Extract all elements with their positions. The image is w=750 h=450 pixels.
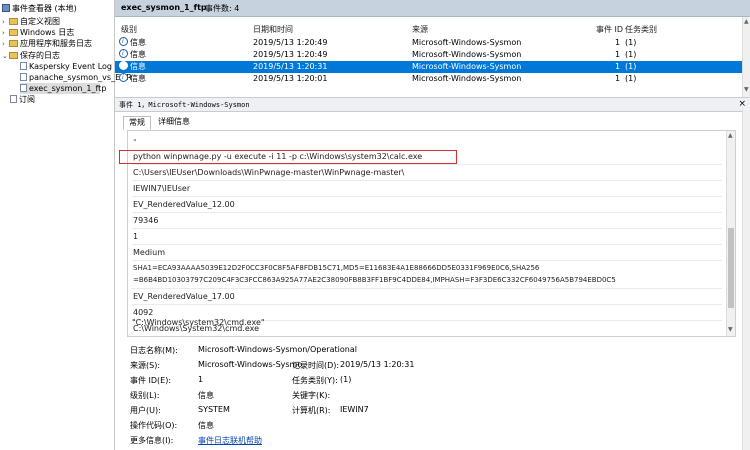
task-value: (1) bbox=[340, 375, 352, 384]
event-row-selected[interactable]: 信息 2019/5/13 1:20:31 Microsoft-Windows-S… bbox=[115, 60, 742, 73]
logged-label: 记录时间(D): bbox=[292, 361, 340, 370]
event-list-scrollbar[interactable]: ▲ ▼ bbox=[742, 17, 750, 97]
tree-item-app-service-logs[interactable]: › 应用程序和服务日志 bbox=[2, 38, 92, 49]
event-row[interactable]: 信息 2019/5/13 1:20:49 Microsoft-Windows-S… bbox=[115, 48, 742, 61]
source-label: 来源(S): bbox=[130, 361, 161, 370]
message-scrollbar[interactable]: ▲ ▼ bbox=[726, 131, 735, 336]
collapse-icon[interactable]: ⌄ bbox=[2, 51, 9, 62]
message-line: 79346 bbox=[133, 216, 159, 225]
log-name-label: 日志名称(M): bbox=[130, 346, 178, 355]
message-line: EV_RenderedValue_17.00 bbox=[133, 292, 235, 301]
info-icon bbox=[119, 36, 128, 48]
scroll-thumb[interactable] bbox=[728, 228, 734, 308]
tree-item-saved-logs[interactable]: ⌄ 保存的日志 bbox=[2, 50, 60, 61]
scroll-up-icon[interactable]: ▲ bbox=[728, 133, 734, 139]
message-line: 1 bbox=[133, 232, 139, 241]
event-row[interactable]: 信息 2019/5/13 1:20:01 Microsoft-Windows-S… bbox=[115, 72, 742, 85]
column-header-event-id[interactable]: 事件 ID bbox=[596, 24, 623, 35]
detail-pane-scrollbar[interactable] bbox=[742, 110, 750, 450]
navigation-tree: 事件查看器 (本地) › 自定义视图 › Windows 日志 › 应用程序和服务日志… bbox=[0, 0, 132, 450]
more-info-label: 更多信息(I): bbox=[130, 436, 174, 445]
truncated-line: " bbox=[133, 138, 137, 147]
opcode-value: 信息 bbox=[198, 421, 214, 430]
folder-icon bbox=[9, 52, 18, 59]
main-pane: exec_sysmon_1_ftp 事件数: 4 级别 日期和时间 来源 事件 … bbox=[115, 0, 750, 450]
message-line: EV_RenderedValue_12.00 bbox=[133, 200, 235, 209]
info-icon bbox=[119, 48, 128, 60]
folder-icon bbox=[9, 18, 18, 25]
log-header: exec_sysmon_1_ftp 事件数: 4 bbox=[115, 0, 750, 17]
message-line: "C:\Windows\system32\cmd.exe" bbox=[132, 318, 265, 327]
info-icon bbox=[119, 60, 128, 72]
message-line: SHA1=ECA93AAAA5039E12D2F0CC3F0C8F5AF8FDB… bbox=[133, 264, 540, 272]
detail-title-bar: 事件 1，Microsoft-Windows-Sysmon × bbox=[115, 97, 750, 112]
subscription-icon bbox=[10, 95, 17, 103]
event-count: 事件数: 4 bbox=[205, 4, 240, 13]
folder-icon bbox=[9, 29, 18, 36]
message-line: 4092 bbox=[133, 308, 154, 317]
level-value: 信息 bbox=[198, 391, 214, 400]
column-header-datetime[interactable]: 日期和时间 bbox=[253, 24, 293, 35]
tab-general[interactable]: 常规 bbox=[123, 116, 151, 130]
scroll-up-icon[interactable]: ▲ bbox=[744, 19, 750, 25]
message-line: =B6B4BD10303797C209C4F3C3FCC863A925A77AE… bbox=[133, 276, 616, 284]
tree-item-windows-logs[interactable]: › Windows 日志 bbox=[2, 27, 74, 38]
scroll-down-icon[interactable]: ▼ bbox=[744, 87, 750, 93]
event-id-label: 事件 ID(E): bbox=[130, 376, 172, 385]
tree-root[interactable]: 事件查看器 (本地) bbox=[2, 3, 77, 14]
scroll-down-icon[interactable]: ▼ bbox=[728, 327, 734, 333]
info-icon bbox=[119, 72, 128, 84]
expand-icon[interactable]: › bbox=[2, 39, 9, 50]
user-value: SYSTEM bbox=[198, 405, 230, 414]
log-icon bbox=[20, 84, 27, 92]
task-label: 任务类别(Y): bbox=[292, 376, 338, 385]
event-id-value: 1 bbox=[198, 375, 204, 384]
message-line: Medium bbox=[133, 248, 165, 257]
message-line: IEWIN7\IEUser bbox=[133, 184, 191, 193]
user-label: 用户(U): bbox=[130, 406, 161, 415]
event-list: 级别 日期和时间 来源 事件 ID 任务类别 信息 2019/5/13 1:20… bbox=[115, 17, 750, 97]
column-header-level[interactable]: 级别 bbox=[121, 24, 137, 35]
logged-value: 2019/5/13 1:20:31 bbox=[340, 360, 415, 369]
log-icon bbox=[20, 62, 27, 70]
message-line: C:\Users\IEUser\Downloads\WinPwnage-mast… bbox=[133, 168, 405, 177]
log-name-value: Microsoft-Windows-Sysmon/Operational bbox=[198, 345, 357, 354]
log-icon bbox=[20, 73, 27, 81]
highlight-box bbox=[119, 150, 457, 164]
computer-label: 计算机(R): bbox=[292, 406, 331, 415]
tree-item-exec-sysmon-log[interactable]: exec_sysmon_1_ftp bbox=[20, 83, 106, 94]
column-header-category[interactable]: 任务类别 bbox=[625, 24, 657, 35]
event-row[interactable]: 信息 2019/5/13 1:20:49 Microsoft-Windows-S… bbox=[115, 36, 742, 49]
log-title: exec_sysmon_1_ftp bbox=[121, 3, 207, 12]
close-icon[interactable]: × bbox=[738, 99, 746, 109]
online-help-link[interactable]: 事件日志联机帮助 bbox=[198, 435, 262, 446]
computer-value: IEWIN7 bbox=[340, 405, 369, 414]
column-header-source[interactable]: 来源 bbox=[412, 24, 428, 35]
tab-details[interactable]: 详细信息 bbox=[153, 116, 195, 128]
source-value: Microsoft-Windows-Sysmo bbox=[198, 360, 303, 369]
tree-item-subscriptions[interactable]: 订阅 bbox=[10, 94, 35, 105]
level-label: 级别(L): bbox=[130, 391, 160, 400]
opcode-label: 操作代码(O): bbox=[130, 421, 178, 430]
tree-item-custom-views[interactable]: › 自定义视图 bbox=[2, 16, 60, 27]
detail-title: 事件 1，Microsoft-Windows-Sysmon bbox=[119, 101, 250, 109]
event-viewer-icon bbox=[2, 4, 10, 12]
folder-icon bbox=[9, 40, 18, 47]
tree-item-kaspersky-log[interactable]: Kaspersky Event Log bbox=[20, 61, 112, 72]
keywords-label: 关键字(K): bbox=[292, 391, 331, 400]
